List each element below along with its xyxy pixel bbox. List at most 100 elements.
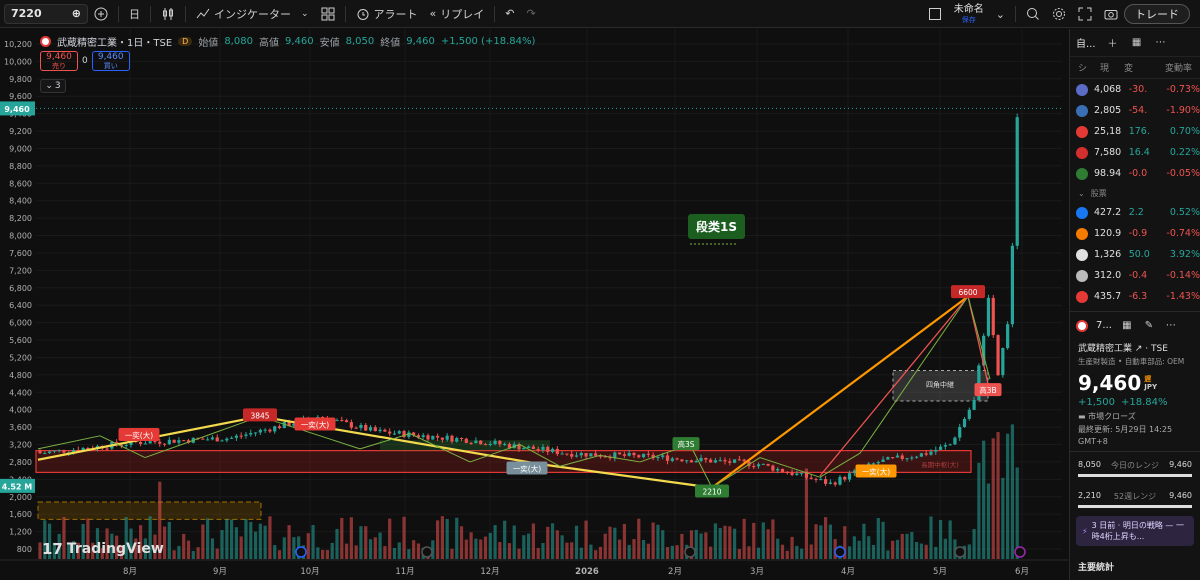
y-tick-label: 2,000 bbox=[9, 493, 32, 502]
candle-body bbox=[354, 427, 358, 429]
watchlist-row[interactable]: 25,18 176. 0.70% bbox=[1070, 121, 1200, 142]
day-range: 8,050 今日のレンジ 9,460 bbox=[1070, 456, 1200, 481]
candle-body bbox=[661, 455, 665, 457]
volume-bar bbox=[503, 520, 507, 559]
candle-body bbox=[891, 457, 895, 459]
volume-bar bbox=[340, 517, 344, 559]
volume-bar bbox=[771, 519, 775, 559]
y-tick-label: 3,600 bbox=[9, 423, 32, 432]
change: -0.4 bbox=[1128, 270, 1148, 281]
layout-name-button[interactable]: 未命名 保存 bbox=[948, 4, 990, 24]
more-icon[interactable]: ⋯ bbox=[1154, 36, 1168, 50]
chevron-down-icon: ⌄ bbox=[45, 81, 53, 91]
volume-bar bbox=[1015, 467, 1019, 559]
replay-button[interactable]: « リプレイ bbox=[424, 3, 491, 25]
chart-pane[interactable]: 10,20010,0009,8009,6009,4009,2009,0008,8… bbox=[0, 29, 1068, 580]
ideas-banner[interactable]: ⚡ 3 日前 · 明日の戦略 — 一時4桁上昇も... bbox=[1076, 516, 1194, 546]
candle-body bbox=[383, 429, 387, 432]
buy-button[interactable]: 9,460 買い bbox=[91, 51, 130, 71]
buy-price: 9,460 bbox=[97, 51, 124, 62]
volume-bar bbox=[603, 533, 607, 559]
price-chart[interactable]: 10,20010,0009,8009,6009,4009,2009,0008,8… bbox=[0, 29, 1068, 580]
candle-body bbox=[541, 446, 545, 450]
annotation-label: 6600 bbox=[958, 288, 977, 297]
templates-button[interactable] bbox=[315, 3, 341, 25]
watchlist-row[interactable]: 1,326 50.0 3.92% bbox=[1070, 244, 1200, 265]
symbol-logo-icon bbox=[1076, 290, 1088, 303]
volume-bar bbox=[349, 517, 353, 559]
add-icon[interactable]: ＋ bbox=[1106, 36, 1120, 50]
candle-body bbox=[900, 455, 904, 459]
y-tick-label: 7,200 bbox=[9, 266, 32, 275]
trade-button[interactable]: トレード bbox=[1124, 4, 1190, 24]
change: -54. bbox=[1128, 105, 1148, 116]
watchlist-row[interactable]: 4,068 -30. -0.73% bbox=[1070, 79, 1200, 100]
candle-body bbox=[560, 453, 564, 455]
watchlist-row[interactable]: 120.9 -0.9 -0.74% bbox=[1070, 223, 1200, 244]
chart-type-button[interactable] bbox=[155, 3, 181, 25]
interval-button[interactable]: 日 bbox=[123, 3, 146, 25]
watchlist-row[interactable]: 98.94 -0.0 -0.05% bbox=[1070, 163, 1200, 184]
volume-bar bbox=[239, 536, 243, 559]
fullscreen-button[interactable] bbox=[1072, 3, 1098, 25]
volume-bar bbox=[972, 529, 976, 559]
watchlist-title[interactable]: 自... bbox=[1076, 35, 1096, 50]
watchlist-row[interactable]: 312.0 -0.4 -0.14% bbox=[1070, 265, 1200, 286]
candle-body bbox=[776, 468, 780, 471]
watchlist-row[interactable]: 2,805 -54. -1.90% bbox=[1070, 100, 1200, 121]
col-change[interactable]: 変 bbox=[1124, 61, 1148, 74]
redo-button[interactable]: ↷ bbox=[521, 3, 542, 25]
volume-bar bbox=[306, 533, 310, 559]
settings-button[interactable] bbox=[1046, 3, 1072, 25]
volume-bar bbox=[857, 540, 861, 559]
watchlist-row[interactable]: 435.7 -6.3 -1.43% bbox=[1070, 286, 1200, 307]
volume-bar bbox=[416, 543, 421, 559]
watchlist-section[interactable]: ⌄ 股票 bbox=[1070, 184, 1200, 202]
alert-button[interactable]: アラート bbox=[350, 3, 424, 25]
volume-bar bbox=[230, 519, 234, 559]
add-symbol-button[interactable] bbox=[88, 3, 114, 25]
sell-button[interactable]: 9,460 売り bbox=[40, 51, 78, 71]
quick-search-button[interactable] bbox=[1020, 3, 1046, 25]
more-icon[interactable]: ⋯ bbox=[1164, 319, 1178, 333]
volume-bar bbox=[761, 522, 765, 559]
watchlist-row[interactable]: 7,580 16.4 0.22% bbox=[1070, 142, 1200, 163]
symbol-search[interactable]: 7220 ⊕ bbox=[4, 3, 88, 24]
indicators-button[interactable]: インジケーター ⌄ bbox=[190, 3, 315, 25]
col-symbol[interactable]: シ bbox=[1070, 61, 1100, 74]
edit-icon[interactable]: ✎ bbox=[1142, 319, 1156, 333]
col-last[interactable]: 現 bbox=[1100, 61, 1124, 74]
candle-body bbox=[910, 457, 914, 459]
indicator-count: 3 bbox=[54, 81, 61, 91]
last-price: 25,18 bbox=[1094, 126, 1122, 137]
candle-body bbox=[852, 470, 856, 474]
snapshot-button[interactable] bbox=[1098, 3, 1124, 25]
layout-icon-button[interactable] bbox=[922, 3, 948, 25]
col-change-pct[interactable]: 変動率 bbox=[1148, 61, 1192, 74]
candle-body bbox=[244, 434, 248, 436]
details-name[interactable]: 武蔵精密工業 ↗ · TSE bbox=[1070, 339, 1200, 356]
candle-body bbox=[38, 451, 42, 454]
volume-bar bbox=[388, 518, 392, 559]
candle-body bbox=[594, 453, 598, 456]
grid-icon[interactable]: ▦ bbox=[1120, 319, 1134, 333]
key-stats-title[interactable]: 主要統計 bbox=[1070, 550, 1200, 580]
order-buttons: 9,460 売り 0 9,460 買い bbox=[40, 51, 130, 71]
candle-body bbox=[392, 433, 397, 435]
buy-label: 買い bbox=[103, 61, 118, 70]
details-symbol[interactable]: 7... bbox=[1096, 320, 1112, 331]
candle-body bbox=[584, 453, 588, 457]
watchlist-row[interactable]: 427.2 2.2 0.52% bbox=[1070, 202, 1200, 223]
layout-menu-button[interactable]: ⌄ bbox=[990, 3, 1011, 25]
last-price: 435.7 bbox=[1094, 291, 1122, 302]
event-marker-icon bbox=[954, 546, 966, 558]
indicators-collapse-button[interactable]: ⌄ 3 bbox=[40, 79, 66, 93]
table-icon[interactable]: ▦ bbox=[1130, 36, 1144, 50]
day-range-label: 今日のレンジ bbox=[1111, 461, 1159, 470]
candle-body bbox=[388, 431, 392, 434]
volume-bar bbox=[996, 432, 1000, 559]
candle-body bbox=[167, 439, 171, 445]
volume-bar bbox=[804, 468, 809, 559]
undo-icon: ↶ bbox=[505, 7, 515, 20]
undo-button[interactable]: ↶ bbox=[499, 3, 520, 25]
